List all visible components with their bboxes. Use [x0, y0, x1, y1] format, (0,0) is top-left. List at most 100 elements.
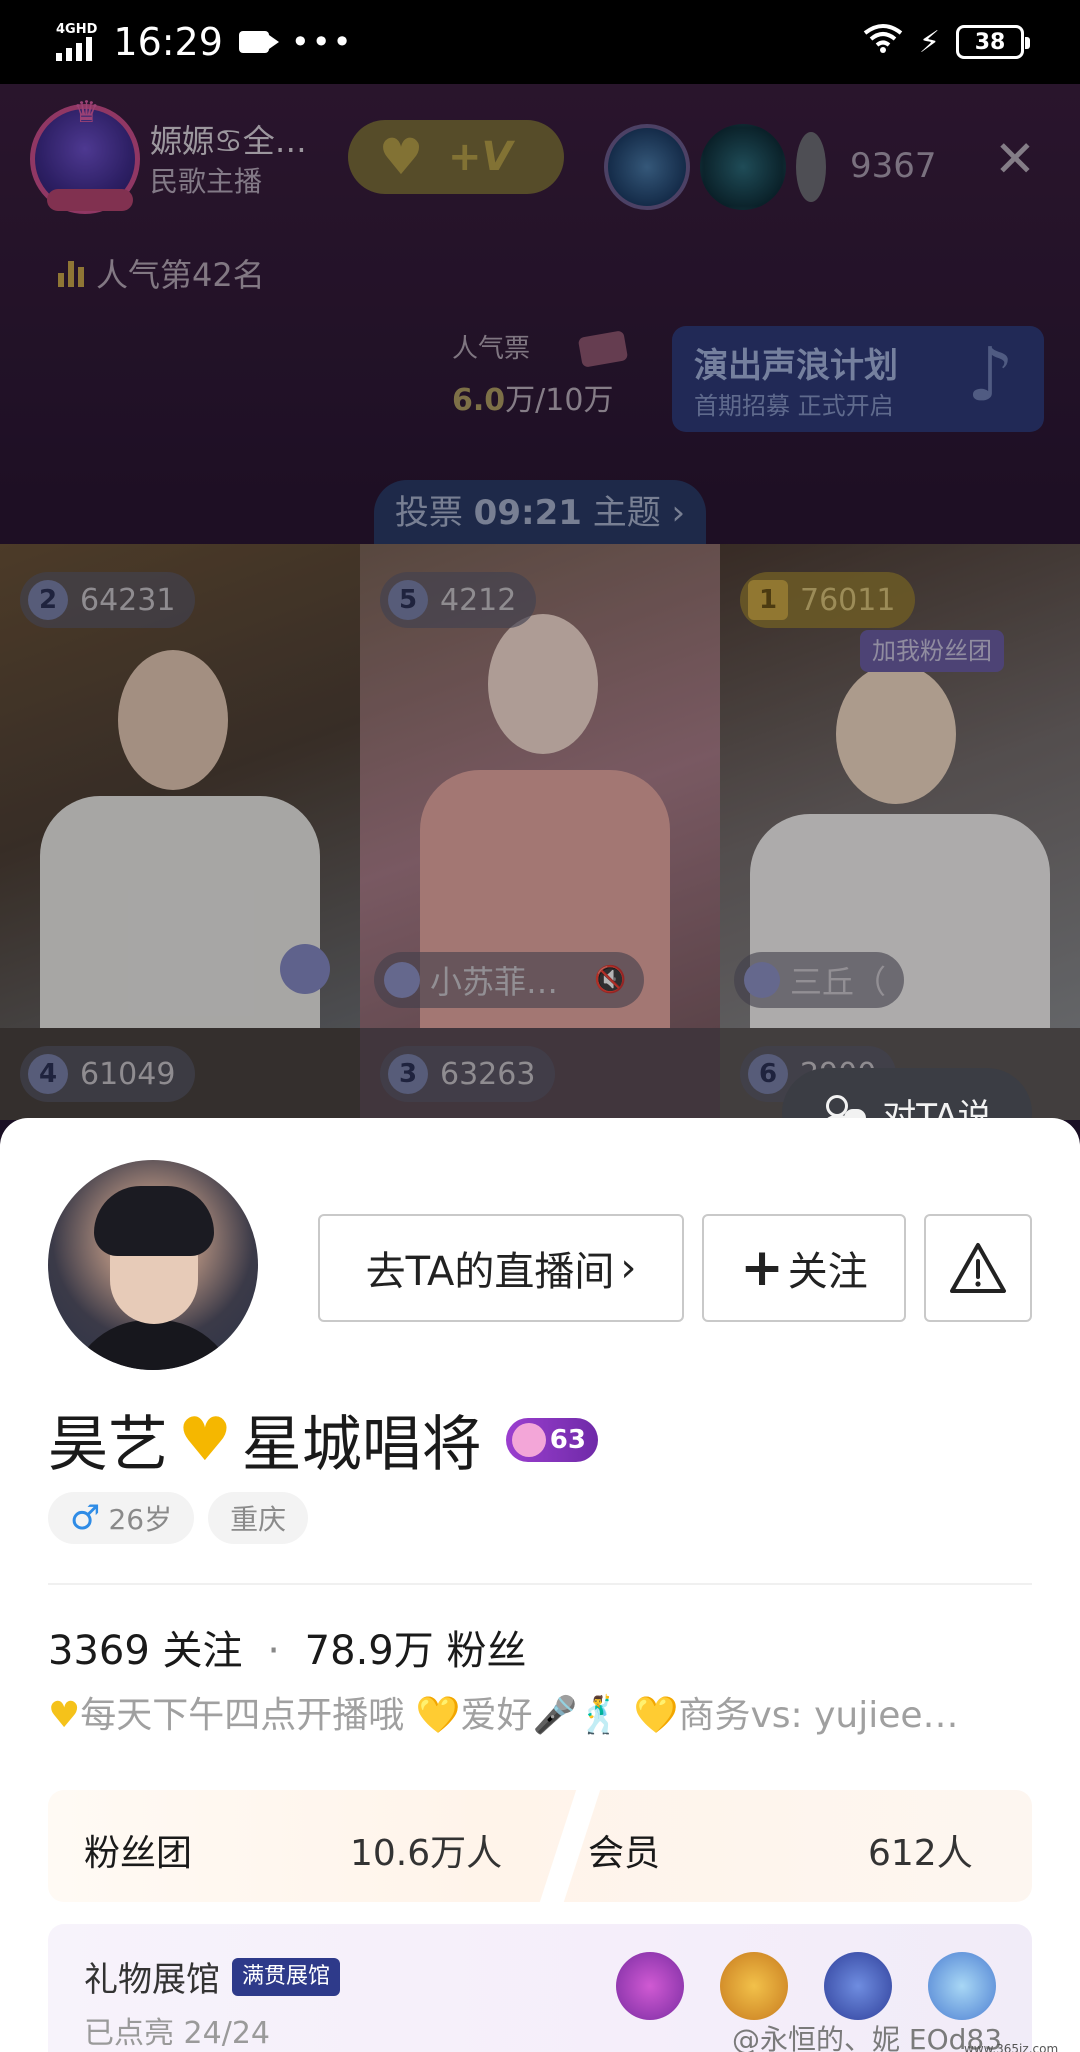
profile-card: 去TA的直播间 › + 关注 昊艺 ♥ 星城唱将 63 ♂ 26岁 重庆 3369… — [0, 1118, 1080, 2052]
profile-name: 昊艺 ♥ 星城唱将 63 — [48, 1396, 598, 1483]
watermark: @永恒的、妮 EOd83 — [732, 2023, 1003, 2052]
guest-name: 小苏菲… — [430, 963, 559, 1001]
go-live-room-button[interactable]: 去TA的直播间 › — [318, 1214, 684, 1322]
gift-gallery-card[interactable]: 礼物展馆 满贯展馆 已点亮 24/24 @永恒的、妮 EOd83 www.365… — [48, 1924, 1058, 2052]
guest-slot: 1 76011 — [740, 572, 916, 628]
guest-name: 三丘（ — [790, 963, 887, 1001]
gem-icon — [511, 1422, 546, 1457]
slot-number: 6 — [748, 1054, 788, 1094]
votes-value: 6.0万/10万 — [452, 375, 630, 419]
viewer-avatar[interactable] — [604, 124, 690, 210]
viewer-avatar[interactable] — [796, 132, 826, 202]
music-note-icon: ♪ — [966, 332, 1014, 418]
vote-timer[interactable]: 投票 09:21 主题 › — [374, 480, 706, 546]
fans-label: 粉丝 — [446, 1628, 527, 1674]
popularity-votes[interactable]: 人气票 6.0万/10万 — [452, 328, 630, 424]
viewer-avatar[interactable] — [700, 124, 786, 210]
follow-label: 关注 — [787, 1249, 868, 1295]
viewer-avatars[interactable] — [604, 124, 826, 210]
vote-timer-prefix: 投票 — [394, 493, 463, 533]
join-fan-club-button[interactable]: 加我粉丝团 — [860, 630, 1004, 672]
follow-stats[interactable]: 3369 关注 · 78.9万 粉丝 — [48, 1618, 526, 1676]
profile-bio: ♥每天下午四点开播哦 💛爱好🎤🕺 💛商务vs: yujiee… — [48, 1686, 1032, 1738]
guest-tile[interactable]: 1 76011 加我粉丝团 三丘（ — [720, 544, 1080, 1028]
chevron-right-icon: › — [620, 1245, 637, 1291]
slot-number: 3 — [388, 1054, 428, 1094]
live-room: ♛ 嫄嫄♋全… 民歌主播 ♥ +V 9367 ✕ 人气第42名 人气票 6.0万… — [0, 84, 1080, 1120]
planet-gift-icon — [928, 1952, 996, 2020]
level-badge[interactable]: 63 — [505, 1417, 598, 1462]
fan-club-value: 10.6万人 — [350, 1833, 503, 1874]
male-icon: ♂ — [70, 1498, 101, 1538]
profile-tags: ♂ 26岁 重庆 — [48, 1492, 309, 1544]
guest-video — [488, 614, 598, 754]
close-icon[interactable]: ✕ — [994, 134, 1036, 184]
watermark-site: www.365jz.com — [964, 2042, 1059, 2052]
avatar-jacket — [68, 1320, 238, 1370]
guest-score: 61049 — [80, 1056, 176, 1092]
rank-text: 人气第42名 — [96, 256, 265, 294]
fan-club-card[interactable]: 粉丝团 10.6万人 会员 612人 — [48, 1790, 1032, 1902]
crown-gift-icon — [720, 1952, 788, 2020]
host-badge — [47, 189, 133, 211]
guest-tile[interactable]: 4 61049 — [0, 1028, 360, 1120]
popularity-rank[interactable]: 人气第42名 — [58, 250, 265, 296]
separator-dot: · — [267, 1628, 280, 1674]
follow-button[interactable]: + 关注 — [702, 1214, 906, 1322]
votes-current-unit: 万 — [505, 383, 536, 418]
yellow-heart-icon: ♥ — [48, 1695, 81, 1736]
guest-video — [40, 796, 320, 1028]
votes-total: /10万 — [535, 383, 614, 418]
gift-gallery-title-row: 礼物展馆 满贯展馆 — [84, 1952, 341, 2001]
network-indicator: 4GHD — [56, 23, 97, 61]
guest-video — [118, 650, 228, 790]
host-avatar[interactable]: ♛ — [30, 95, 140, 214]
heart-level-icon: ♥ — [378, 128, 424, 186]
chevron-right-icon: › — [671, 493, 686, 533]
charging-icon: ⚡ — [918, 24, 940, 60]
following-count: 3369 — [48, 1628, 150, 1674]
guest-tile[interactable]: 3 63263 — [360, 1028, 720, 1120]
network-label: 4GHD — [56, 22, 98, 37]
member-label: 会员 — [588, 1833, 661, 1874]
guest-score: 64231 — [80, 582, 176, 618]
slot-number: 1 — [748, 580, 788, 620]
votes-current: 6.0 — [452, 383, 506, 418]
plus-v-label: +V — [448, 134, 513, 180]
slot-number: 5 — [388, 580, 428, 620]
fans-count: 78.9万 — [304, 1628, 434, 1674]
wifi-icon — [863, 23, 903, 61]
guest-slot: 4 61049 — [20, 1046, 196, 1102]
rank-bars-icon — [58, 259, 84, 287]
vote-timer-time: 09:21 — [473, 493, 582, 533]
vote-timer-suffix: 主题 — [592, 493, 661, 533]
host-subtitle: 民歌主播 — [150, 165, 263, 198]
guest-slot: 5 4212 — [380, 572, 537, 628]
event-banner[interactable]: 演出声浪计划 首期招募 正式开启 ♪ — [672, 326, 1044, 432]
gift-icons — [616, 1952, 996, 2020]
fan-club-label: 粉丝团 — [84, 1833, 193, 1874]
battery-icon: 38 — [956, 25, 1030, 59]
guest-grid: 2 64231 5 4212 小苏菲… 🔇 1 76011 加我粉丝团 三丘（ … — [0, 544, 1080, 1120]
guest-slot: 2 64231 — [20, 572, 196, 628]
age-value: 26岁 — [108, 1503, 173, 1536]
guest-tile[interactable]: 5 4212 小苏菲… 🔇 — [360, 544, 720, 1028]
guest-tile[interactable]: 2 64231 — [0, 544, 360, 1028]
location-tag: 重庆 — [208, 1492, 309, 1544]
viewer-count[interactable]: 9367 — [850, 146, 937, 186]
name-part-2: 星城唱将 — [241, 1410, 482, 1480]
avatar-hair — [94, 1186, 214, 1256]
member-value: 612人 — [868, 1833, 973, 1874]
guest-score: 76011 — [800, 582, 896, 618]
gift-pill[interactable]: ♥ +V — [348, 120, 564, 194]
more-notifications-icon: ••• — [290, 23, 354, 61]
report-button[interactable] — [924, 1214, 1032, 1322]
yellow-heart-icon: ♥ — [178, 1404, 232, 1475]
mute-icon: 🔇 — [594, 965, 627, 995]
profile-avatar[interactable] — [48, 1160, 258, 1370]
battery-level: 38 — [974, 29, 1006, 55]
guest-slot: 3 63263 — [380, 1046, 556, 1102]
guest-name-tag: 三丘（ — [734, 952, 905, 1008]
clock: 16:29 — [113, 20, 223, 64]
crest-icon — [744, 962, 780, 998]
